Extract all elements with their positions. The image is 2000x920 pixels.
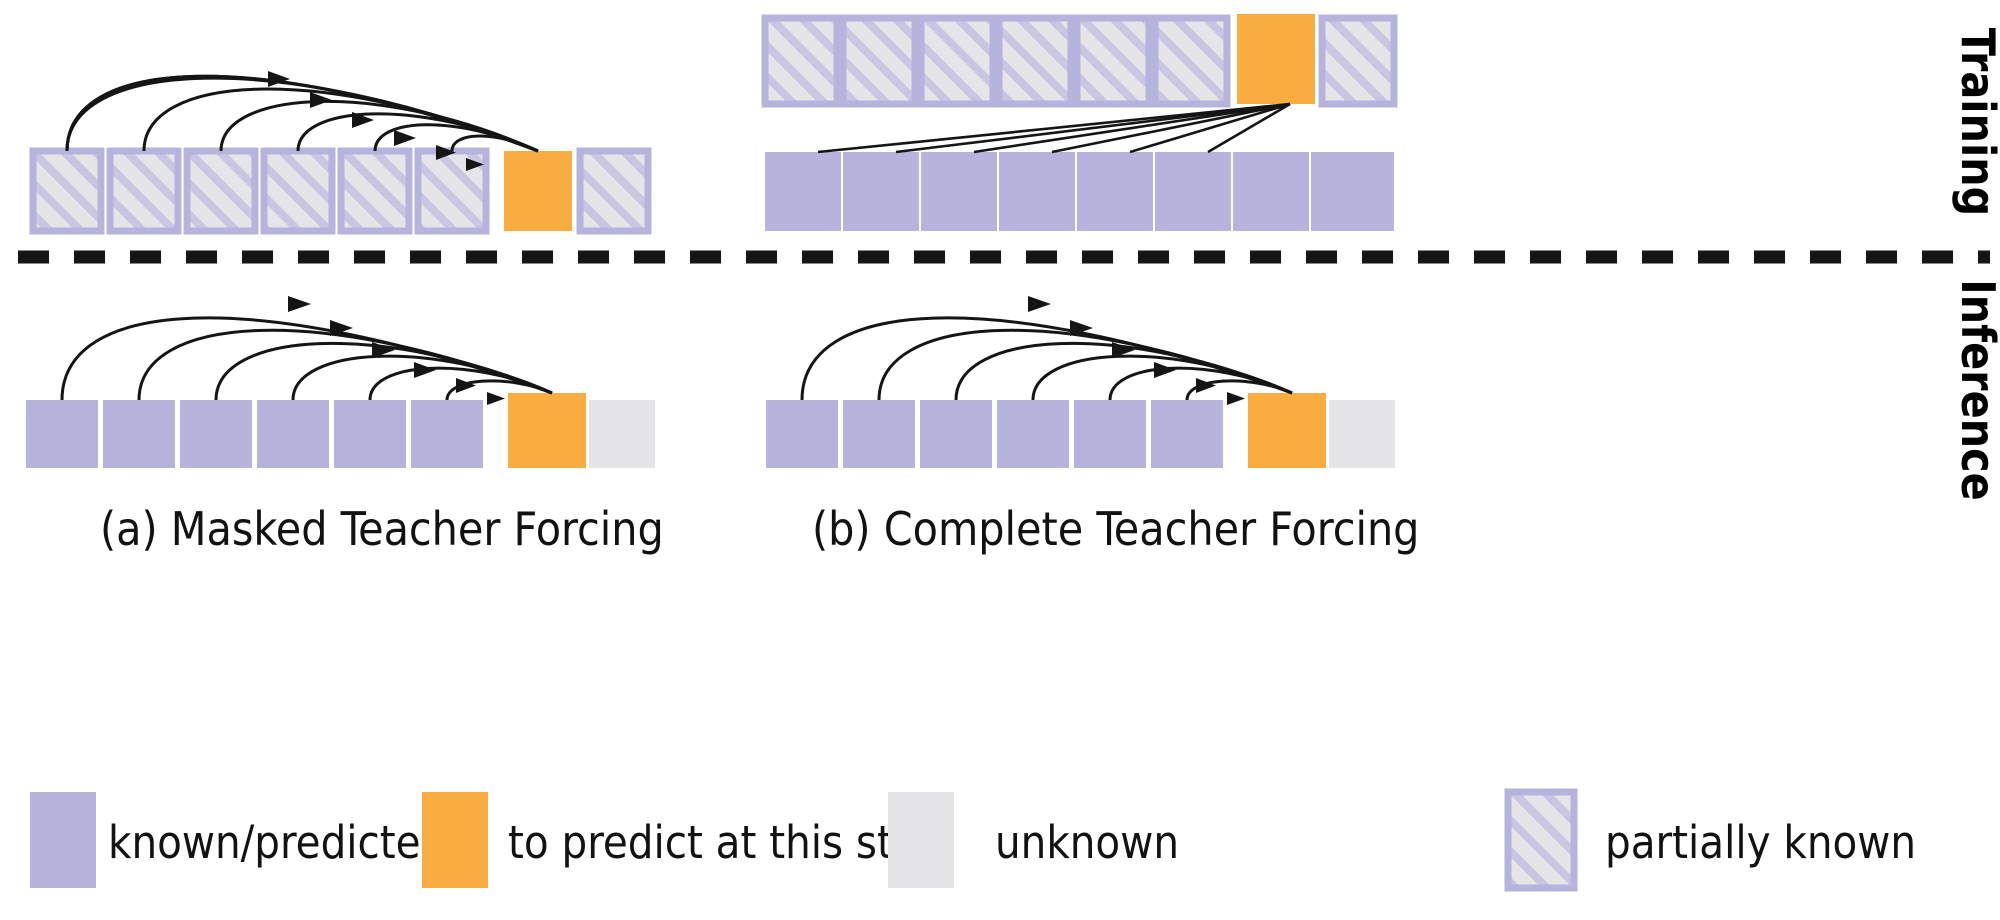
cell-known <box>765 152 841 231</box>
panel-b-inference-arrows <box>800 316 1293 401</box>
cell-known <box>26 400 98 468</box>
cell-known <box>1233 152 1309 231</box>
figure-canvas: (a) Masked Teacher Forcing (b) Complete … <box>0 0 2000 920</box>
cell-known <box>257 400 329 468</box>
cell-unknown <box>589 400 655 468</box>
legend-swatch-known <box>30 792 96 888</box>
panel-b-training-input-row <box>765 152 1394 231</box>
side-label-inference: Inference <box>1951 279 2000 501</box>
cell-partially-known <box>576 147 652 235</box>
panel-a-inference-arrows <box>60 316 553 401</box>
cell-partially-known <box>337 147 413 235</box>
legend-swatch-unknown <box>888 792 954 888</box>
panel-b-training <box>761 14 1398 231</box>
cell-known <box>1151 400 1223 468</box>
cell-known <box>999 152 1075 231</box>
cell-partially-known <box>917 14 997 108</box>
panel-b-inference-cells <box>766 393 1395 468</box>
panel-b-inference <box>766 296 1395 468</box>
cell-known <box>334 400 406 468</box>
cell-known <box>103 400 175 468</box>
panel-a-inference-cells <box>26 393 655 468</box>
panel-a-training-arrows <box>65 74 539 153</box>
cell-partially-known <box>761 14 841 108</box>
cell-partially-known <box>29 147 105 235</box>
cell-partially-known <box>1073 14 1153 108</box>
legend-label-known: known/predicted <box>108 816 446 869</box>
legend-item-partially-known: partially known <box>1504 788 1916 892</box>
cell-known <box>180 400 252 468</box>
cell-known <box>920 400 992 468</box>
cell-known <box>766 400 838 468</box>
cell-known <box>997 400 1069 468</box>
cell-known <box>1074 400 1146 468</box>
panel-b-caption: (b) Complete Teacher Forcing <box>812 502 1419 556</box>
panel-a-training <box>29 71 652 235</box>
cell-partially-known <box>995 14 1075 108</box>
panel-a-inference-arrowheads <box>288 296 505 405</box>
panel-a-inference <box>26 296 655 468</box>
cell-to-predict <box>1237 14 1315 104</box>
cell-known <box>843 152 919 231</box>
panel-b-training-output-row <box>761 14 1398 108</box>
cell-partially-known <box>183 147 259 235</box>
legend-item-known: known/predicted <box>30 792 446 888</box>
cell-partially-known <box>1318 14 1398 108</box>
cell-to-predict <box>504 151 572 231</box>
cell-to-predict <box>1248 393 1326 468</box>
side-label-training: Training <box>1951 28 2000 216</box>
cell-known <box>1311 152 1394 231</box>
legend-item-unknown: unknown <box>888 792 1179 888</box>
cell-unknown <box>1329 400 1395 468</box>
legend-swatch-partially-known <box>1508 792 1574 888</box>
cell-partially-known <box>839 14 919 108</box>
cell-partially-known <box>1151 14 1231 108</box>
legend-item-to-predict: to predict at this step <box>422 792 944 888</box>
panel-a-caption: (a) Masked Teacher Forcing <box>100 502 664 556</box>
panel-b-training-arrows <box>817 102 1291 154</box>
legend-label-partially-known: partially known <box>1605 816 1916 869</box>
cell-to-predict <box>508 393 586 468</box>
panel-a-training-cells <box>29 147 652 235</box>
panel-b-inference-arrowheads <box>1028 296 1245 405</box>
legend-label-to-predict: to predict at this step <box>508 816 944 869</box>
cell-known <box>411 400 483 468</box>
legend: known/predicted to predict at this step … <box>30 788 1916 892</box>
cell-partially-known <box>260 147 336 235</box>
cell-known <box>921 152 997 231</box>
legend-swatch-to-predict <box>422 792 488 888</box>
cell-known <box>843 400 915 468</box>
cell-known <box>1155 152 1231 231</box>
cell-known <box>1077 152 1153 231</box>
legend-label-unknown: unknown <box>995 816 1179 869</box>
teacher-forcing-diagram: (a) Masked Teacher Forcing (b) Complete … <box>18 14 2000 892</box>
cell-partially-known <box>106 147 182 235</box>
